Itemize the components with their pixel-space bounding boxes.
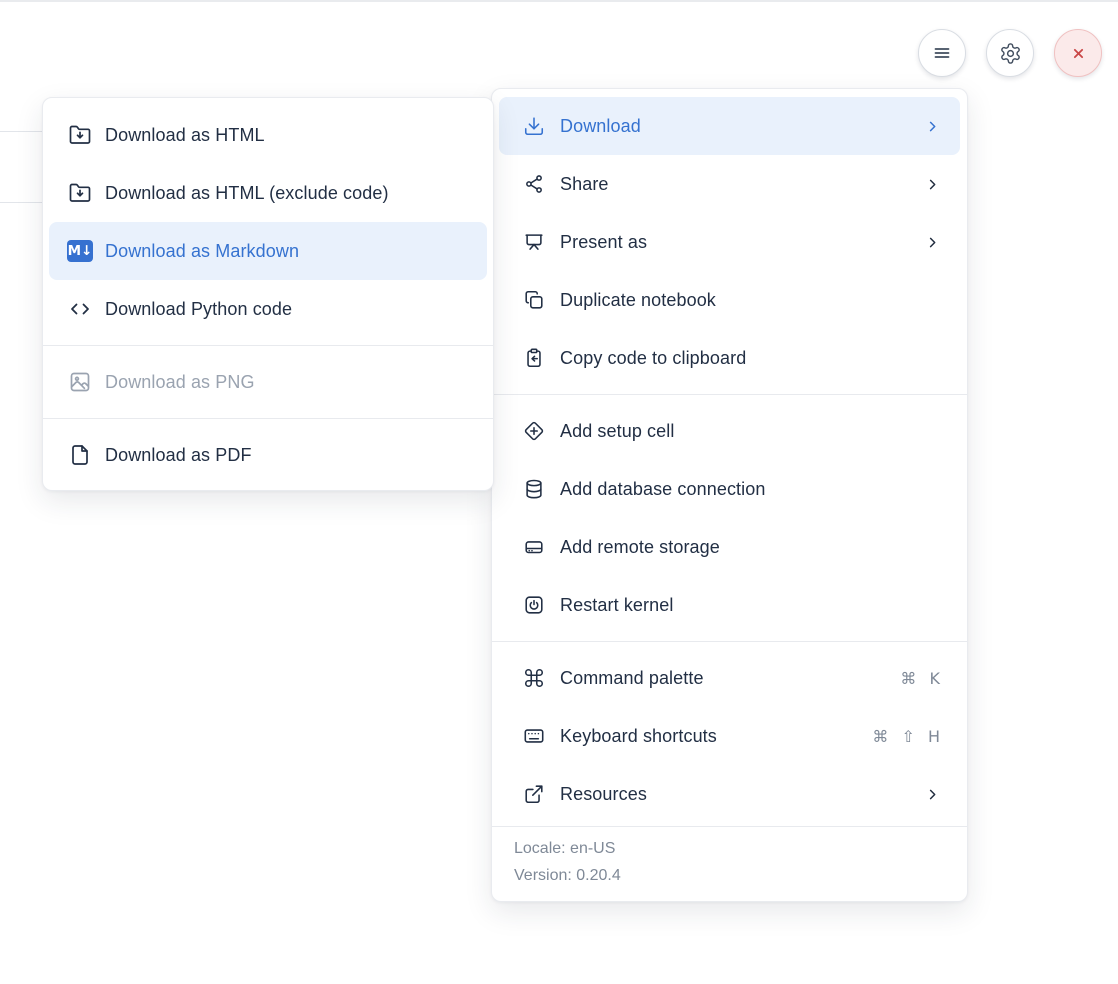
menu-item-label: Download as HTML	[105, 125, 265, 146]
folder-download-icon	[67, 123, 93, 147]
menu-item-duplicate-notebook[interactable]: Duplicate notebook	[492, 271, 967, 329]
menu-item-restart-kernel[interactable]: Restart kernel	[492, 576, 967, 634]
shortcut-hint: ⌘ K	[900, 669, 941, 688]
hamburger-menu-button[interactable]	[918, 29, 966, 77]
file-icon	[67, 443, 93, 467]
chevron-right-icon	[924, 234, 941, 251]
menu-item-label: Add remote storage	[560, 537, 720, 558]
menu-item-present-as[interactable]: Present as	[492, 213, 967, 271]
submenu-item-download-python-code[interactable]: Download Python code	[43, 280, 493, 338]
submenu-item-download-as-markdown[interactable]: M↓ Download as Markdown	[49, 222, 487, 280]
keyboard-icon	[522, 724, 546, 748]
locale-text: Locale: en-US	[514, 840, 945, 858]
duplicate-icon	[522, 288, 546, 312]
clipboard-copy-icon	[522, 346, 546, 370]
menu-item-copy-code-to-clipboard[interactable]: Copy code to clipboard	[492, 329, 967, 387]
notebook-actions-menu: Download Share Present as Duplicate noteboo…	[491, 88, 968, 902]
download-icon	[522, 114, 546, 138]
menu-item-add-setup-cell[interactable]: Add setup cell	[492, 402, 967, 460]
menu-item-download[interactable]: Download	[499, 97, 960, 155]
chevron-right-icon	[924, 176, 941, 193]
menu-item-add-remote-storage[interactable]: Add remote storage	[492, 518, 967, 576]
menu-item-label: Download	[560, 116, 641, 137]
presentation-icon	[522, 230, 546, 254]
chevron-right-icon	[924, 118, 941, 135]
floating-toolbar	[918, 29, 1102, 77]
top-divider	[0, 0, 1118, 2]
menu-separator	[492, 641, 967, 642]
gear-icon	[999, 42, 1022, 65]
menu-item-label: Download as PDF	[105, 445, 252, 466]
background-cell-divider	[0, 202, 42, 203]
menu-item-label: Add setup cell	[560, 421, 674, 442]
menu-item-command-palette[interactable]: Command palette ⌘ K	[492, 649, 967, 707]
hard-drive-icon	[522, 535, 546, 559]
menu-item-label: Keyboard shortcuts	[560, 726, 717, 747]
close-icon	[1067, 42, 1090, 65]
database-icon	[522, 477, 546, 501]
submenu-item-download-as-pdf[interactable]: Download as PDF	[43, 426, 493, 484]
menu-item-label: Copy code to clipboard	[560, 348, 746, 369]
menu-item-label: Duplicate notebook	[560, 290, 716, 311]
menu-item-label: Present as	[560, 232, 647, 253]
menu-item-share[interactable]: Share	[492, 155, 967, 213]
menu-item-label: Restart kernel	[560, 595, 673, 616]
menu-item-label: Add database connection	[560, 479, 765, 500]
background-cell-divider	[0, 131, 42, 132]
markdown-icon: M↓	[67, 239, 93, 263]
external-link-icon	[522, 782, 546, 806]
close-button[interactable]	[1054, 29, 1102, 77]
version-text: Version: 0.20.4	[514, 867, 945, 885]
share-icon	[522, 172, 546, 196]
menu-separator	[43, 345, 493, 346]
menu-separator	[43, 418, 493, 419]
image-icon	[67, 370, 93, 394]
menu-item-label: Download as Markdown	[105, 241, 299, 262]
menu-item-label: Share	[560, 174, 609, 195]
folder-download-icon	[67, 181, 93, 205]
submenu-item-download-as-html[interactable]: Download as HTML	[43, 106, 493, 164]
command-icon	[522, 666, 546, 690]
submenu-item-download-as-html-exclude-code[interactable]: Download as HTML (exclude code)	[43, 164, 493, 222]
menu-item-label: Download as PNG	[105, 372, 255, 393]
menu-item-label: Command palette	[560, 668, 704, 689]
diamond-plus-icon	[522, 419, 546, 443]
menu-item-label: Download Python code	[105, 299, 292, 320]
menu-footer: Locale: en-US Version: 0.20.4	[492, 827, 967, 901]
submenu-item-download-as-png: Download as PNG	[43, 353, 493, 411]
menu-item-resources[interactable]: Resources	[492, 765, 967, 823]
settings-button[interactable]	[986, 29, 1034, 77]
code-icon	[67, 297, 93, 321]
menu-item-label: Download as HTML (exclude code)	[105, 183, 389, 204]
menu-item-label: Resources	[560, 784, 647, 805]
menu-item-keyboard-shortcuts[interactable]: Keyboard shortcuts ⌘ ⇧ H	[492, 707, 967, 765]
menu-separator	[492, 394, 967, 395]
menu-item-add-database-connection[interactable]: Add database connection	[492, 460, 967, 518]
chevron-right-icon	[924, 786, 941, 803]
download-submenu: Download as HTML Download as HTML (exclud…	[42, 97, 494, 491]
power-icon	[522, 593, 546, 617]
hamburger-icon	[930, 41, 954, 65]
shortcut-hint: ⌘ ⇧ H	[872, 727, 941, 746]
